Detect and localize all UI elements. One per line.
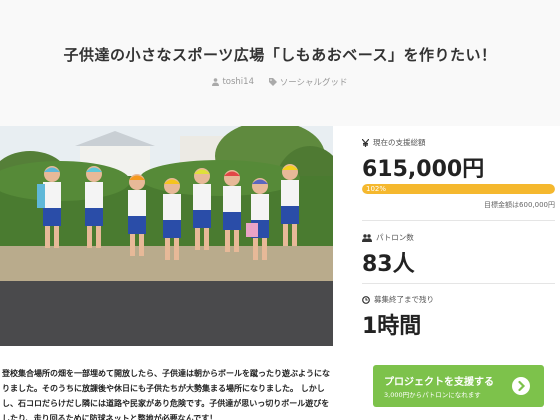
category-link[interactable]: ソーシャルグッド: [268, 76, 348, 88]
user-icon: [212, 78, 220, 86]
backers-label-row: パトロン数: [362, 232, 414, 243]
goal-text: 目標金額は600,000円: [484, 201, 555, 209]
backers-value: 83人: [362, 252, 415, 277]
yen-icon: [362, 138, 369, 147]
progress-percent: 102%: [366, 185, 387, 193]
tag-icon: [268, 78, 277, 86]
progress-fill: [362, 184, 555, 194]
description-line: したり、走り回るために防球ネットと整地が必要なんです！: [2, 414, 218, 420]
divider: [362, 220, 555, 221]
amount-label-row: 現在の支援総額: [362, 137, 426, 148]
description-line: 登校集合場所の畑を一部埋めて開放したら、子供達は朝からボールを蹴ったり遊ぶように…: [2, 369, 330, 378]
amount-value: 615,000円: [362, 157, 485, 182]
backers-label: パトロン数: [376, 233, 414, 242]
group-icon: [362, 233, 372, 242]
divider: [362, 283, 555, 284]
time-label-row: 募集終了まで残り: [362, 294, 434, 305]
author-name: toshi14: [222, 77, 254, 87]
author-link[interactable]: toshi14: [212, 77, 254, 87]
project-header: 子供達の小さなスポーツ広場「しもあおベース」を作りたい！ toshi14 ソーシ…: [0, 0, 560, 126]
support-project-button[interactable]: プロジェクトを支援する 3,000円からパトロンになれます: [373, 365, 544, 407]
description-line: りました。そのうちに放課後や休日にも子供たちが大勢集まる場所になりました。 しか…: [2, 384, 325, 393]
support-button-sublabel: 3,000円からパトロンになれます: [384, 391, 481, 399]
project-title: 子供達の小さなスポーツ広場「しもあおベース」を作りたい！: [63, 46, 497, 64]
project-description: 登校集合場所の畑を一部埋めて開放したら、子供達は朝からボールを蹴ったり遊ぶように…: [2, 366, 337, 420]
category-name: ソーシャルグッド: [279, 78, 348, 88]
time-label: 募集終了まで残り: [374, 295, 434, 304]
description-line: し、石コロだらけだし隣には道路や民家があり危険です。子供達が思いっ切りボール遊び…: [2, 399, 330, 408]
funding-progress-bar: 102%: [362, 184, 555, 194]
time-value: 1時間: [362, 314, 422, 339]
project-photo: [0, 126, 333, 346]
amount-label: 現在の支援総額: [373, 138, 426, 147]
clock-icon: [362, 295, 370, 304]
chevron-right-circle-icon: [512, 377, 530, 395]
support-button-label: プロジェクトを支援する: [384, 377, 494, 388]
project-meta: toshi14 ソーシャルグッド: [0, 76, 560, 89]
